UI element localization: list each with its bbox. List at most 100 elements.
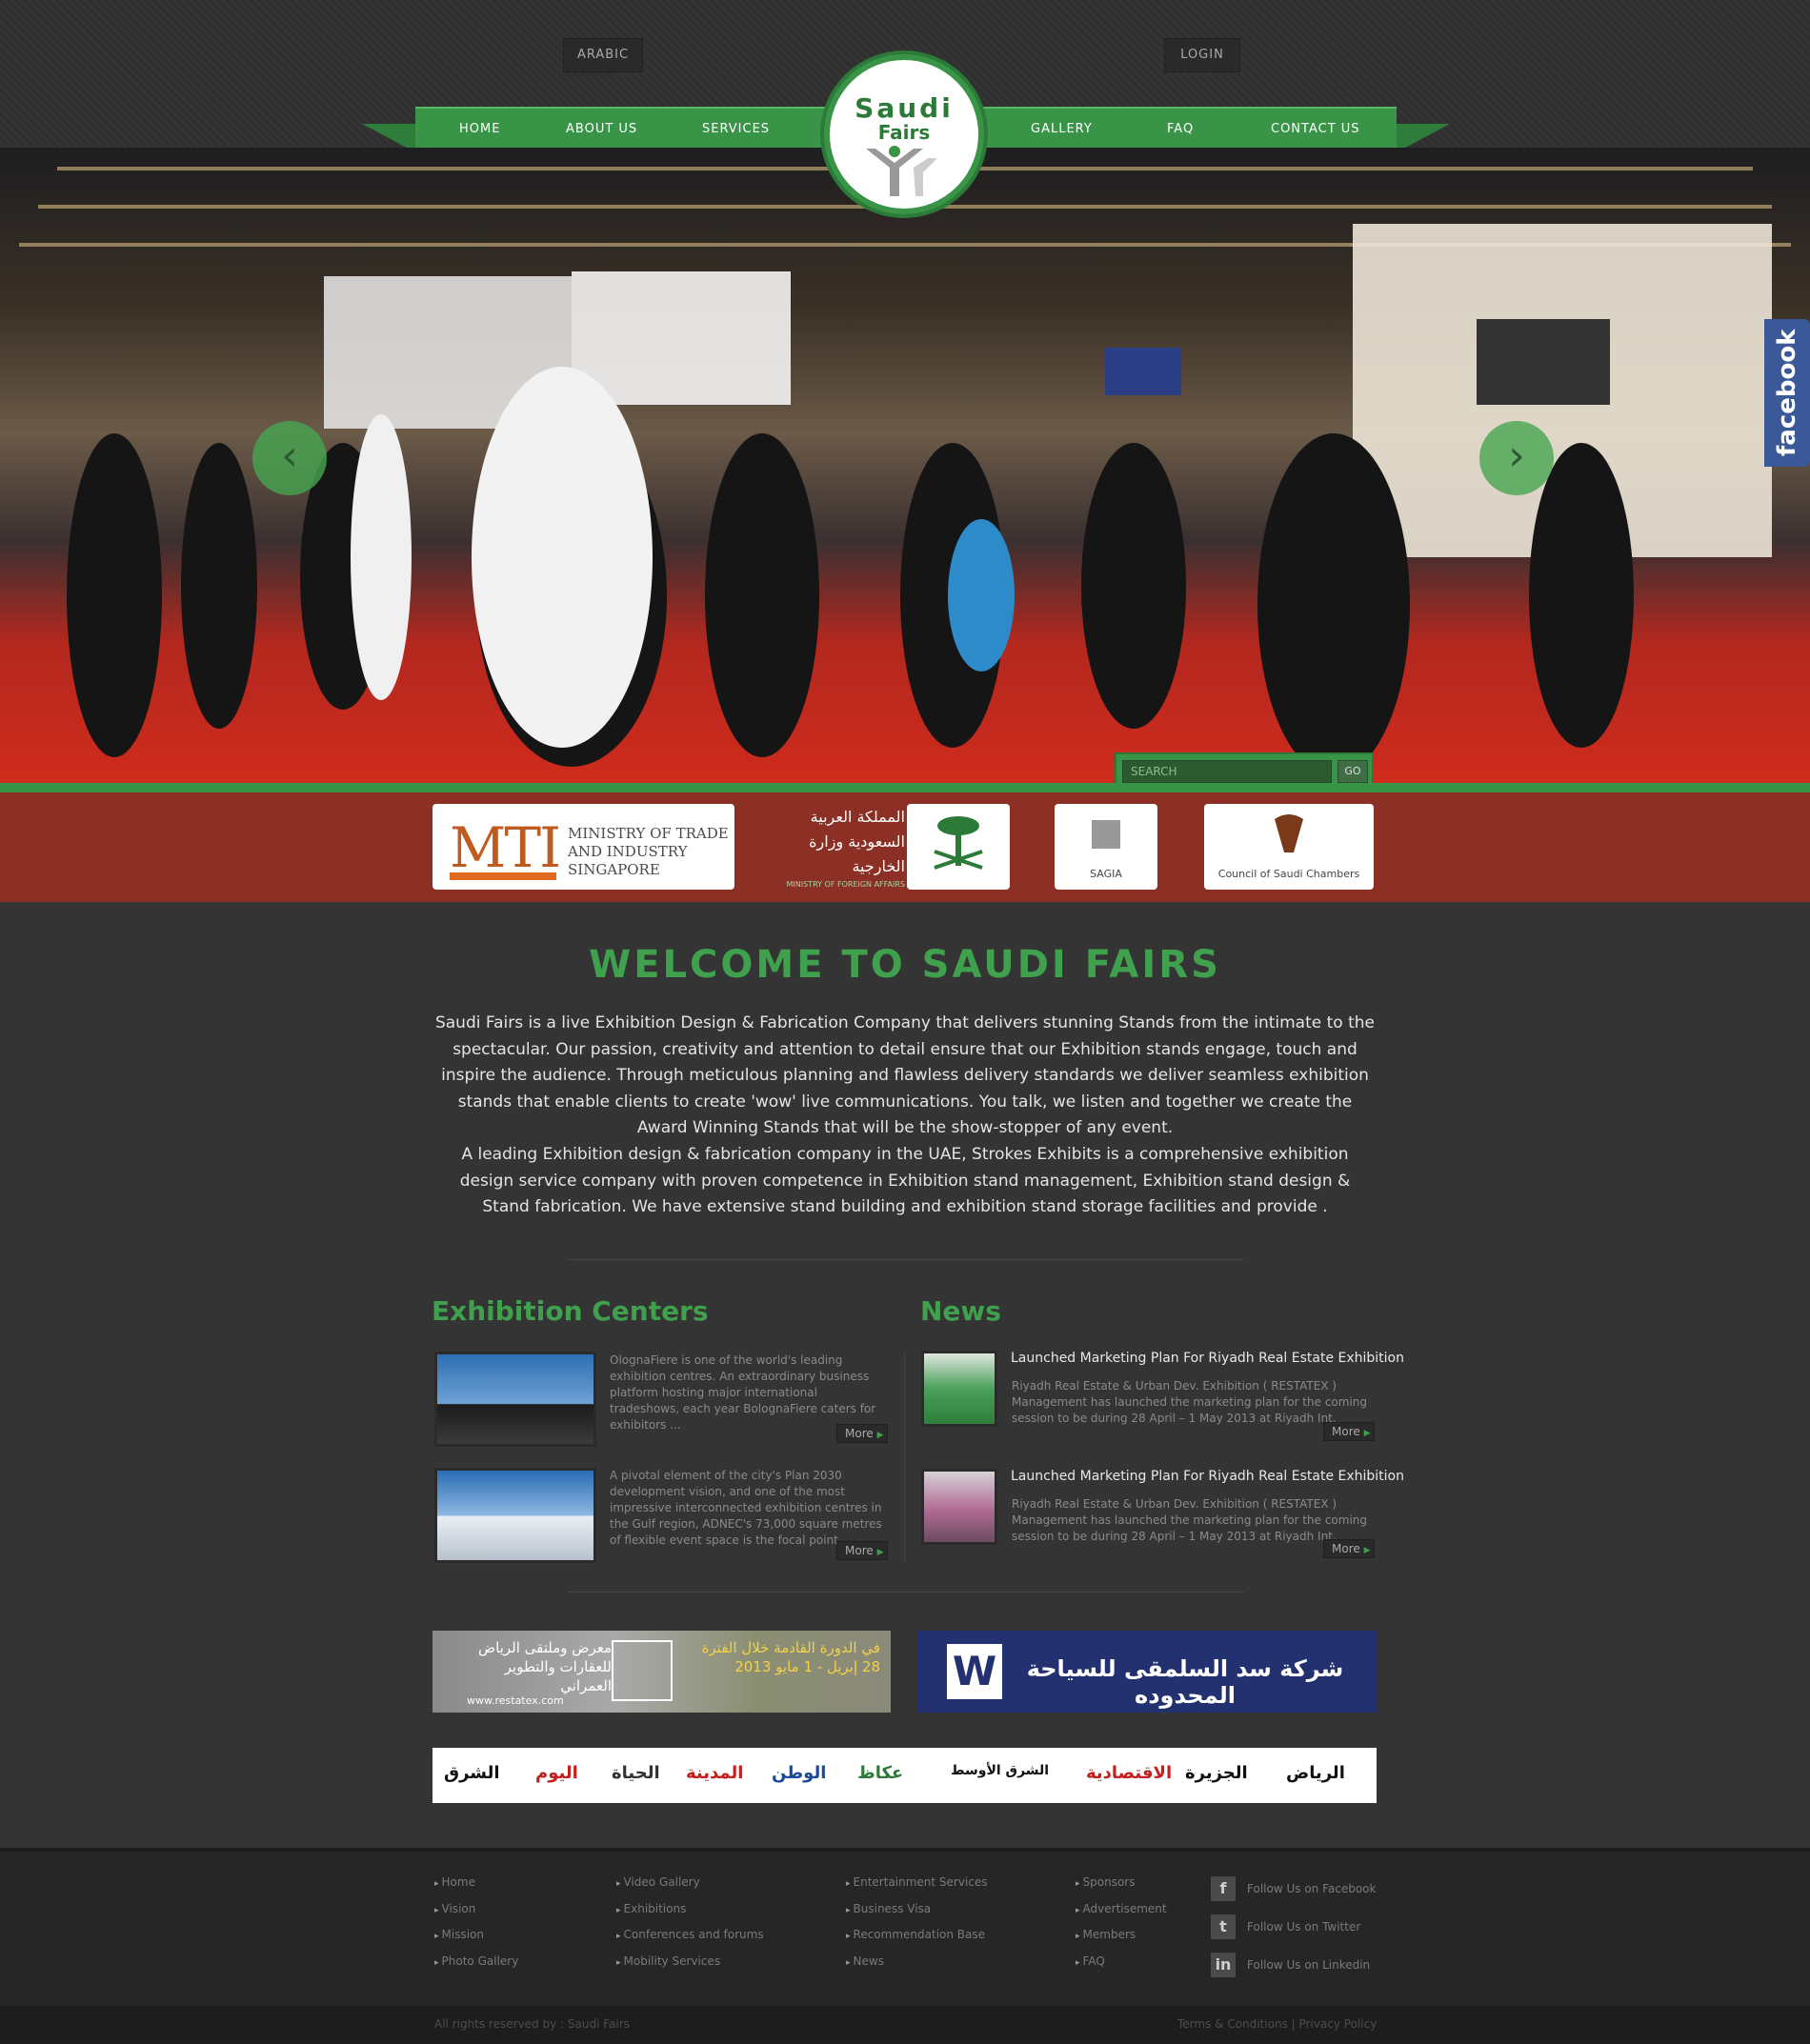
footer-link[interactable]: FAQ [1076, 1954, 1167, 1981]
press-logo[interactable]: عكاظ [857, 1763, 903, 1783]
banner1-arabic-left: معرض وملتقى الرياض للعقارات والتطوير الع… [478, 1639, 612, 1694]
column-divider [904, 1353, 905, 1562]
footer-column-3: Entertainment Services Business Visa Rec… [846, 1875, 988, 1980]
restatex-logo-icon [612, 1640, 673, 1701]
council-emblem-icon [1275, 814, 1303, 852]
exhibition-image-2[interactable] [434, 1468, 596, 1563]
login-button[interactable]: LOGIN [1164, 38, 1240, 72]
mti-text: MINISTRY OF TRADE AND INDUSTRY SINGAPORE [568, 825, 729, 879]
arrow-right-icon: ▶ [1363, 1546, 1371, 1555]
arabic-language-button[interactable]: ARABIC [563, 38, 643, 72]
sponsor-mti[interactable]: MTI MINISTRY OF TRADE AND INDUSTRY SINGA… [432, 804, 734, 890]
sponsor-council[interactable]: Council of Saudi Chambers [1204, 804, 1374, 890]
footer-link[interactable]: Mission [434, 1928, 518, 1954]
press-logo[interactable]: الحياة [612, 1763, 660, 1783]
hero-slider: ‹ › [0, 148, 1810, 783]
slider-next-button[interactable]: › [1479, 421, 1554, 495]
footer-link[interactable]: Sponsors [1076, 1875, 1167, 1902]
sad-tourism-banner[interactable]: W شركة سد السلمقى للسياحة المحدوده [918, 1631, 1377, 1713]
welcome-title: WELCOME TO SAUDI FAIRS [589, 943, 1221, 987]
press-logo[interactable]: الجزيرة [1185, 1763, 1248, 1783]
press-logo[interactable]: الشرق الأوسط [951, 1763, 1049, 1778]
footer-column-2: Video Gallery Exhibitions Conferences an… [616, 1875, 764, 1980]
mfa-arabic-label: المملكة العربية السعودية وزارة الخارجية [809, 808, 905, 875]
nav-services[interactable]: SERVICES [702, 109, 770, 150]
news-image-1[interactable] [921, 1351, 997, 1427]
mti-line: AND INDUSTRY [568, 843, 688, 860]
footer-link[interactable]: Business Visa [846, 1902, 988, 1929]
mfa-english-label: MINISTRY OF FOREIGN AFFAIRS [786, 880, 906, 889]
exhibition-more-button-2[interactable]: More ▶ [836, 1541, 888, 1560]
follow-label: Follow Us on Linkedin [1247, 1958, 1371, 1972]
slider-prev-button[interactable]: ‹ [252, 421, 327, 495]
nav-faq[interactable]: FAQ [1167, 109, 1194, 150]
press-logo[interactable]: الشرق [444, 1763, 500, 1783]
banner1-url: www.restatex.com [467, 1694, 564, 1707]
nav-home[interactable]: HOME [459, 109, 500, 150]
sponsor-band: MTI MINISTRY OF TRADE AND INDUSTRY SINGA… [0, 792, 1810, 902]
footer-link[interactable]: Entertainment Services [846, 1875, 988, 1902]
chevron-right-icon: › [1508, 431, 1525, 480]
sponsor-mfa-text: المملكة العربية السعودية وزارة الخارجية … [772, 805, 906, 891]
news-text-2: Riyadh Real Estate & Urban Dev. Exhibiti… [1012, 1497, 1368, 1543]
welcome-paragraph-2: A leading Exhibition design & fabricatio… [459, 1145, 1351, 1216]
nav-about-us[interactable]: ABOUT US [566, 109, 637, 150]
banner2-text: شركة سد السلمقى للسياحة المحدوده [1026, 1655, 1344, 1709]
news-more-button-2[interactable]: More ▶ [1323, 1539, 1375, 1558]
footer-column-4: Sponsors Advertisement Members FAQ [1076, 1875, 1167, 1980]
welcome-paragraph-1: Saudi Fairs is a live Exhibition Design … [434, 1013, 1376, 1137]
exhibition-text-2: A pivotal element of the city's Plan 203… [610, 1469, 882, 1547]
footer-link[interactable]: Exhibitions [616, 1902, 764, 1929]
footer-column-1: Home Vision Mission Photo Gallery [434, 1875, 519, 1981]
facebook-side-tab[interactable]: facebook [1764, 319, 1810, 467]
footer-link[interactable]: News [846, 1954, 988, 1981]
footer-link[interactable]: Video Gallery [616, 1875, 764, 1902]
press-logo[interactable]: الاقتصادية [1086, 1763, 1172, 1783]
logo-text-saudi: Saudi [855, 92, 954, 124]
footer-link[interactable]: Photo Gallery [434, 1954, 519, 1981]
footer-link[interactable]: Mobility Services [616, 1954, 764, 1981]
press-logo[interactable]: اليوم [535, 1763, 578, 1783]
arrow-right-icon: ▶ [1363, 1429, 1371, 1438]
more-label: More [845, 1544, 874, 1557]
footer-link[interactable]: Members [1076, 1928, 1167, 1954]
sponsor-mfa-emblem[interactable] [907, 804, 1010, 890]
banner1-arabic-right: في الدورة القادمة خلال الفترة 28 إبريل -… [701, 1639, 880, 1675]
legal-separator: | [1291, 2017, 1296, 2031]
more-label: More [1332, 1542, 1360, 1555]
news-image-2[interactable] [921, 1469, 997, 1545]
exhibition-centers-title: Exhibition Centers [432, 1295, 709, 1327]
press-logo[interactable]: الوطن [772, 1763, 826, 1783]
bottom-bar [0, 2006, 1810, 2044]
legal-links: Terms & Conditions | Privacy Policy [1177, 2017, 1377, 2031]
mti-logo-mark: MTI [450, 815, 561, 880]
press-logo[interactable]: الرياض [1286, 1763, 1345, 1783]
privacy-link[interactable]: Privacy Policy [1299, 2017, 1378, 2031]
press-logo[interactable]: المدينة [686, 1763, 743, 1783]
news-title: News [920, 1295, 1001, 1327]
linkedin-icon: in [1211, 1953, 1236, 1977]
chevron-left-icon: ‹ [281, 431, 298, 480]
news-more-button-1[interactable]: More ▶ [1323, 1422, 1375, 1441]
terms-link[interactable]: Terms & Conditions [1177, 2017, 1288, 2031]
restatex-banner[interactable]: معرض وملتقى الرياض للعقارات والتطوير الع… [432, 1631, 891, 1713]
saudi-emblem-icon [934, 816, 983, 870]
footer-link[interactable]: Advertisement [1076, 1902, 1167, 1929]
news-headline-1[interactable]: Launched Marketing Plan For Riyadh Real … [1011, 1351, 1404, 1366]
nav-contact-us[interactable]: CONTACT US [1271, 109, 1360, 150]
twitter-icon: t [1211, 1914, 1236, 1939]
search-go-button[interactable]: GO [1337, 760, 1368, 783]
footer-link[interactable]: Vision [434, 1902, 518, 1929]
saudi-fairs-logo[interactable]: Saudi Fairs [824, 54, 984, 214]
footer-link[interactable]: Conferences and forums [616, 1928, 764, 1954]
footer-link[interactable]: Home [434, 1875, 518, 1902]
sponsor-sagia[interactable]: SAGIA [1055, 804, 1157, 890]
exhibition-image-1[interactable] [434, 1352, 596, 1447]
search-input[interactable]: SEARCH [1122, 760, 1332, 783]
exhibition-more-button-1[interactable]: More ▶ [836, 1424, 888, 1443]
follow-label: Follow Us on Twitter [1247, 1920, 1361, 1934]
nav-gallery[interactable]: GALLERY [1031, 109, 1093, 150]
footer-link[interactable]: Recommendation Base [846, 1928, 988, 1954]
exhibition-text-1: OlognaFiere is one of the world's leadin… [610, 1353, 876, 1432]
news-headline-2[interactable]: Launched Marketing Plan For Riyadh Real … [1011, 1469, 1404, 1484]
